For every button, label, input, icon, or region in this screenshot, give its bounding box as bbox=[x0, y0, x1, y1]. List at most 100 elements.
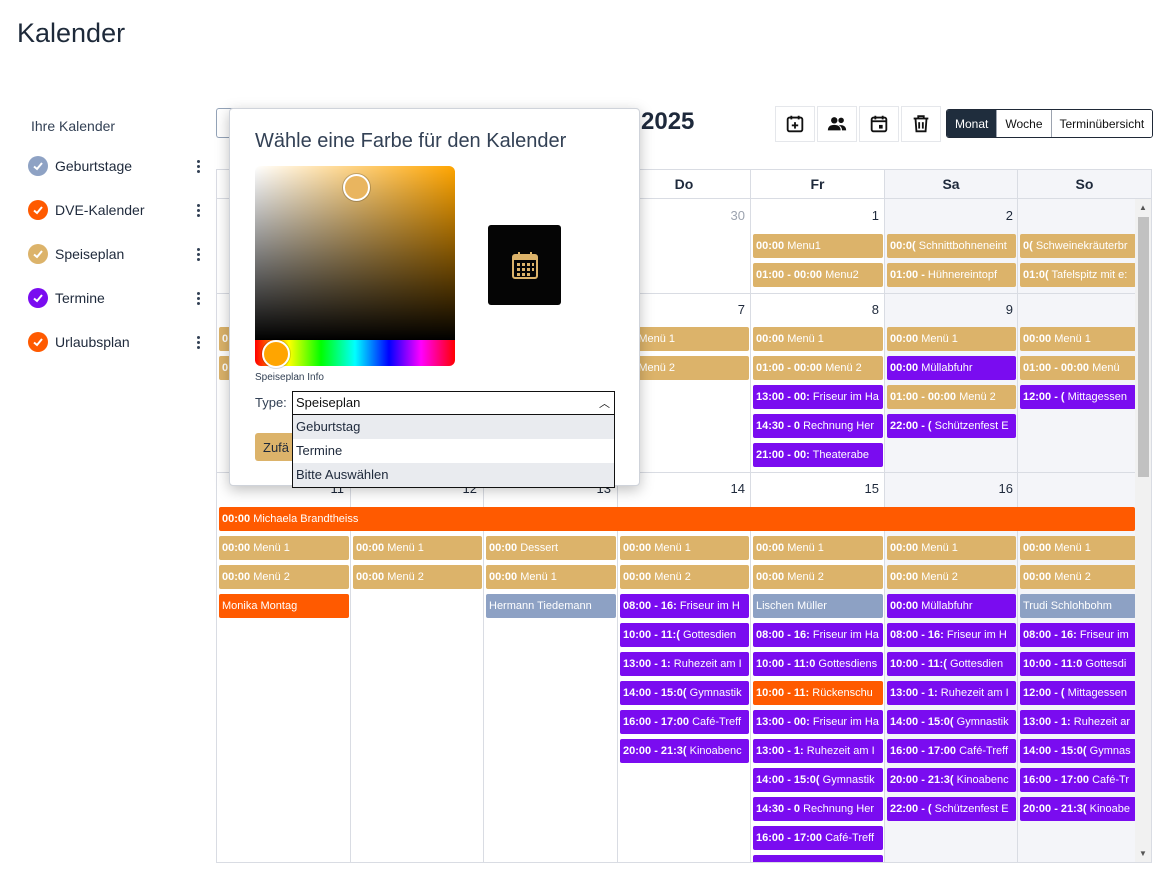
scroll-up-icon[interactable]: ▲ bbox=[1139, 203, 1147, 212]
event[interactable]: 10:00 - 11:( Gottesdien bbox=[887, 652, 1016, 676]
event[interactable]: 22:00 - ( Schützenfest E bbox=[887, 414, 1016, 438]
calendar-item-geburtstage[interactable]: Geburtstage bbox=[20, 144, 210, 188]
event[interactable]: 00:00 Müllabfuhr bbox=[887, 356, 1016, 380]
dropdown-option[interactable]: Termine bbox=[293, 439, 614, 463]
event[interactable]: 14:30 - 0 Rechnung Her bbox=[753, 797, 883, 821]
event[interactable]: 10:00 - 11:( Gottesdien bbox=[620, 623, 749, 647]
event[interactable]: 16:00 - 17:00 Café-Treff bbox=[887, 739, 1016, 763]
event[interactable]: 00:00 Menu1 bbox=[753, 234, 883, 258]
event[interactable]: 00:00 Menü 1 bbox=[1020, 327, 1136, 351]
more-vertical-icon[interactable] bbox=[192, 332, 204, 352]
check-icon[interactable] bbox=[28, 244, 48, 264]
check-icon[interactable] bbox=[28, 332, 48, 352]
event[interactable]: 08:00 - 16: Friseur im bbox=[1020, 623, 1136, 647]
event[interactable]: 00:00 Müllabfuhr bbox=[887, 594, 1016, 618]
calendar-item-dve-kalender[interactable]: DVE-Kalender bbox=[20, 188, 210, 232]
event[interactable]: 00:00 Menü 1 bbox=[887, 536, 1016, 560]
event[interactable]: 13:00 - 1: Ruhezeit ar bbox=[1020, 710, 1136, 734]
more-vertical-icon[interactable] bbox=[192, 244, 204, 264]
event[interactable]: 08:00 - 16: Friseur im Ha bbox=[753, 623, 883, 647]
event[interactable]: 13:00 - 1: Ruhezeit am I bbox=[753, 739, 883, 763]
event[interactable]: 13:00 - 1: Ruhezeit am I bbox=[887, 681, 1016, 705]
event[interactable]: 00:00 Menü 2 bbox=[887, 565, 1016, 589]
event[interactable]: 08:00 - 16: Friseur im H bbox=[887, 623, 1016, 647]
event[interactable]: 14:30 - 0 Rechnung Her bbox=[753, 414, 883, 438]
calendar-scrollbar[interactable]: ▲ ▼ bbox=[1135, 199, 1151, 862]
event[interactable]: 12:00 - ( Mittagessen bbox=[1020, 385, 1136, 409]
add-event-button[interactable] bbox=[775, 106, 815, 142]
dropdown-option[interactable]: Bitte Auswählen bbox=[293, 463, 614, 487]
event[interactable]: 20:00 - 21:3( Kinoabenc bbox=[620, 739, 749, 763]
event[interactable]: 01:00 - Hühnereintopf bbox=[887, 263, 1016, 287]
event[interactable]: 00:00 Michaela Brandtheiss bbox=[219, 507, 1135, 531]
event[interactable]: 01:00 - 00:00 Menü 2 bbox=[753, 356, 883, 380]
event[interactable]: 00:00 Menü 1 bbox=[753, 327, 883, 351]
event[interactable]: 10:00 - 11: Rückenschu bbox=[753, 681, 883, 705]
event[interactable]: 14:00 - 15:0( Gymnas bbox=[1020, 739, 1136, 763]
event[interactable]: 00:00 Menü 1 bbox=[620, 536, 749, 560]
more-vertical-icon[interactable] bbox=[192, 288, 204, 308]
event[interactable]: 00:00 Menü 2 bbox=[1020, 565, 1136, 589]
scroll-thumb[interactable] bbox=[1138, 217, 1149, 477]
type-select[interactable]: Speiseplan ︿ bbox=[292, 391, 615, 415]
event[interactable]: 10:00 - 11:0 Gottesdiens bbox=[753, 652, 883, 676]
event[interactable]: 14:00 - 15:0( Gymnastik bbox=[887, 710, 1016, 734]
event[interactable]: 00:00 Menü 2 bbox=[353, 565, 482, 589]
delete-button[interactable] bbox=[901, 106, 941, 142]
event[interactable]: 20:00 - 21:3( Kinoabenc bbox=[887, 768, 1016, 792]
event[interactable]: 00:00 Menü 2 bbox=[219, 565, 349, 589]
event[interactable]: 01:00 - 00:00 Menü bbox=[1020, 356, 1136, 380]
event[interactable]: 16:00 - 17:00 Café-Treff bbox=[753, 826, 883, 850]
event[interactable]: 00:00 Menü 2 bbox=[753, 565, 883, 589]
event[interactable]: 08:00 - 16: Friseur im H bbox=[620, 594, 749, 618]
event[interactable]: 12:00 - ( Mittagessen bbox=[1020, 681, 1136, 705]
view-week-button[interactable]: Woche bbox=[996, 110, 1051, 137]
event[interactable]: 22:00 - ( Schützenfest E bbox=[887, 797, 1016, 821]
view-month-button[interactable]: Monat bbox=[947, 110, 997, 137]
event[interactable]: 00:00 Menü 1 bbox=[486, 565, 616, 589]
event[interactable]: 14:00 - 15:0( Gymnastik bbox=[753, 768, 883, 792]
calendar-item-urlaubsplan[interactable]: Urlaubsplan bbox=[20, 320, 210, 364]
random-color-button[interactable]: Zufä bbox=[255, 433, 295, 461]
event-cut-off[interactable] bbox=[753, 855, 883, 862]
event[interactable]: 10:00 - 11:0 Gottesdi bbox=[1020, 652, 1136, 676]
share-calendar-button[interactable] bbox=[817, 106, 857, 142]
event[interactable]: 16:00 - 17:00 Café-Tr bbox=[1020, 768, 1136, 792]
check-icon[interactable] bbox=[28, 156, 48, 176]
event[interactable]: 13:00 - 00: Friseur im Ha bbox=[753, 385, 883, 409]
today-button[interactable] bbox=[859, 106, 899, 142]
more-vertical-icon[interactable] bbox=[192, 200, 204, 220]
event[interactable]: 01:00 - 00:00 Menu2 bbox=[753, 263, 883, 287]
event[interactable]: 20:00 - 21:3( Kinoabe bbox=[1020, 797, 1136, 821]
event[interactable]: 01:00 - 00:00 Menü 2 bbox=[887, 385, 1016, 409]
event[interactable]: 13:00 - 00: Friseur im Ha bbox=[753, 710, 883, 734]
event[interactable]: 16:00 - 17:00 Café-Treff bbox=[620, 710, 749, 734]
event[interactable]: Hermann Tiedemann bbox=[486, 594, 616, 618]
event[interactable]: Trudi Schlohbohm bbox=[1020, 594, 1136, 618]
event[interactable]: 00:00 Menü 1 bbox=[1020, 536, 1136, 560]
event[interactable]: 00:00 Menü 1 bbox=[353, 536, 482, 560]
event[interactable]: Monika Montag bbox=[219, 594, 349, 618]
dropdown-option[interactable]: Geburtstag bbox=[293, 415, 614, 439]
calendar-item-termine[interactable]: Termine bbox=[20, 276, 210, 320]
event[interactable]: 14:00 - 15:0( Gymnastik bbox=[620, 681, 749, 705]
event[interactable]: 00:0( Schnittbohneneint bbox=[887, 234, 1016, 258]
event[interactable]: 01:0( Tafelspitz mit e: bbox=[1020, 263, 1136, 287]
event[interactable]: 00:00 Dessert bbox=[486, 536, 616, 560]
view-overview-button[interactable]: Terminübersicht bbox=[1050, 110, 1153, 137]
event[interactable]: 00:00 Menü 1 bbox=[887, 327, 1016, 351]
check-icon[interactable] bbox=[28, 288, 48, 308]
event[interactable]: 00:00 Menü 1 bbox=[219, 536, 349, 560]
event[interactable]: 13:00 - 1: Ruhezeit am I bbox=[620, 652, 749, 676]
calendar-item-speiseplan[interactable]: Speiseplan bbox=[20, 232, 210, 276]
more-vertical-icon[interactable] bbox=[192, 156, 204, 176]
event[interactable]: 21:00 - 00: Theaterabe bbox=[753, 443, 883, 467]
event[interactable]: 00:00 Menü 2 bbox=[620, 565, 749, 589]
check-icon[interactable] bbox=[28, 200, 48, 220]
event[interactable]: 00:00 Menü 1 bbox=[753, 536, 883, 560]
event[interactable]: Lischen Müller bbox=[753, 594, 883, 618]
hue-handle[interactable] bbox=[262, 340, 290, 368]
saturation-handle[interactable] bbox=[343, 174, 370, 201]
scroll-down-icon[interactable]: ▼ bbox=[1139, 849, 1147, 858]
event[interactable]: 0( Schweinekräuterbr bbox=[1020, 234, 1136, 258]
